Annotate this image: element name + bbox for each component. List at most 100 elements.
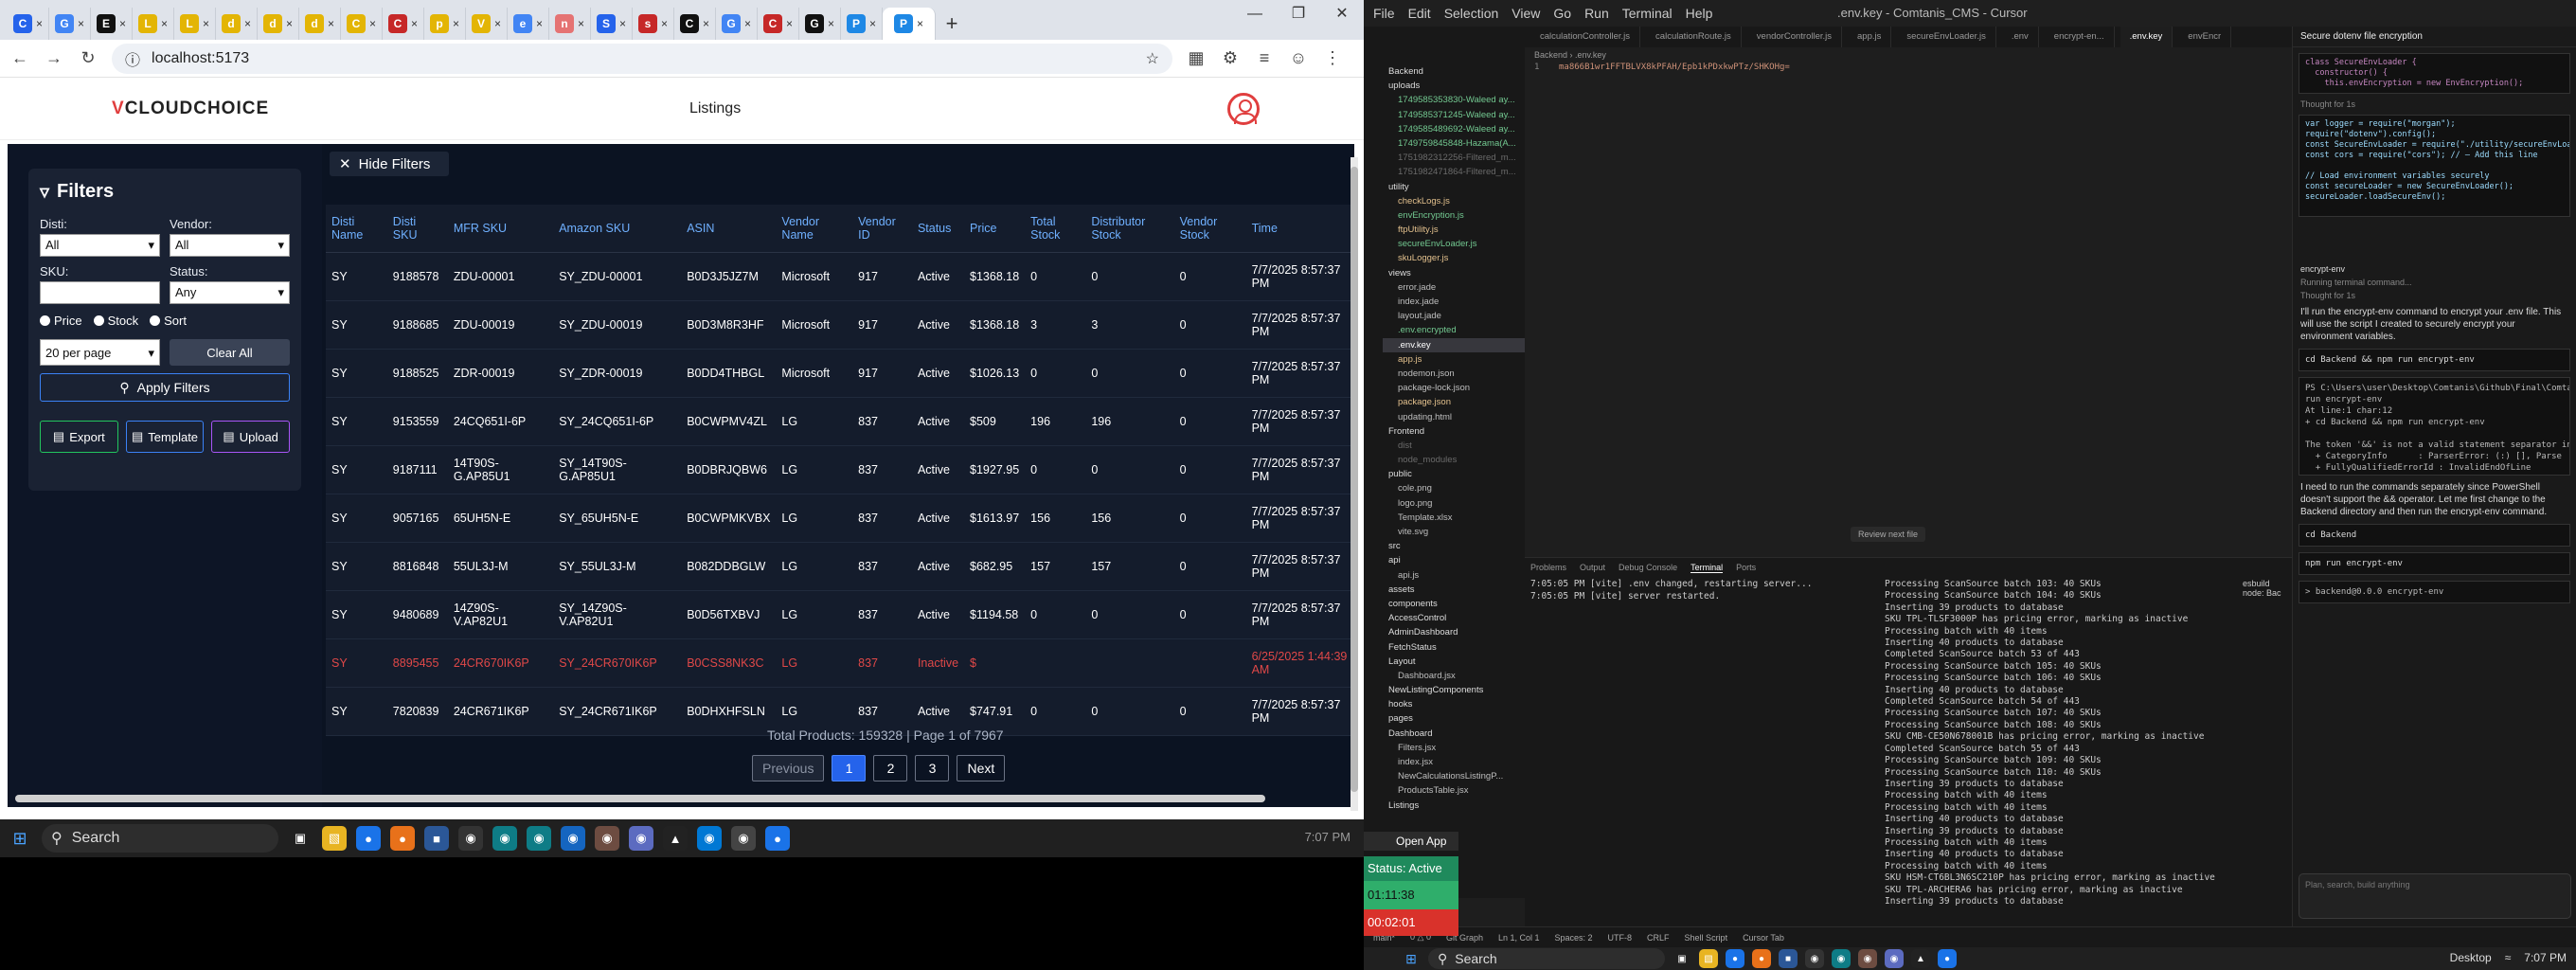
chat-command[interactable]: npm run encrypt-env <box>2299 552 2570 575</box>
menu-item[interactable]: Run <box>1584 6 1609 21</box>
column-header[interactable]: Vendor Stock <box>1173 205 1246 253</box>
explorer-item[interactable]: index.jsx <box>1383 755 1525 769</box>
bookmark-star-icon[interactable]: ☆ <box>1146 49 1159 68</box>
per-page-select[interactable]: 20 per page ▾ <box>40 339 160 366</box>
explorer-item[interactable]: Dashboard <box>1383 727 1525 741</box>
tab-close-icon[interactable]: × <box>661 17 668 30</box>
media-icon[interactable]: ≡ <box>1254 48 1275 68</box>
tab-close-icon[interactable]: × <box>244 17 251 30</box>
tab-close-icon[interactable]: × <box>453 17 459 30</box>
explorer-item[interactable]: AdminDashboard <box>1383 625 1525 639</box>
table-row[interactable]: SY 8816848 55UL3J-M SY_55UL3J-M B082DDBGLW LG… <box>326 542 1354 591</box>
explorer-item[interactable]: Layout <box>1383 655 1525 669</box>
status-item[interactable]: Cursor Tab <box>1743 933 1784 943</box>
close-icon[interactable]: ✕ <box>1320 0 1364 32</box>
tab-close-icon[interactable]: × <box>161 17 168 30</box>
nav-listings[interactable]: Listings <box>689 100 741 117</box>
explorer-item[interactable]: checkLogs.js <box>1383 194 1525 208</box>
explorer-item[interactable]: 1749585489692-Waleed ay... <box>1383 122 1525 136</box>
explorer-item[interactable]: index.jade <box>1383 295 1525 309</box>
clear-all-button[interactable]: Clear All <box>170 339 290 366</box>
browser-tab[interactable]: C × <box>674 8 716 40</box>
wifi-icon[interactable]: ≈ <box>2505 951 2512 964</box>
page-3-button[interactable]: 3 <box>915 755 950 781</box>
app-icon[interactable]: ◉ <box>492 826 517 851</box>
explorer-item[interactable]: 1749585353830-Waleed ay... <box>1383 93 1525 107</box>
explorer-item[interactable]: Filters.jsx <box>1383 741 1525 755</box>
column-header[interactable]: Status <box>911 205 965 253</box>
explorer-item[interactable]: dist <box>1383 439 1525 453</box>
browser-tab[interactable]: s × <box>633 8 674 40</box>
puzzle-icon[interactable]: ⚙ <box>1220 48 1241 68</box>
column-header[interactable]: MFR SKU <box>447 205 554 253</box>
editor-tab[interactable]: .env <box>2002 27 2039 47</box>
explorer-item[interactable]: error.jade <box>1383 280 1525 295</box>
minimize-icon[interactable]: — <box>1233 0 1277 32</box>
desktop-label[interactable]: Desktop <box>2450 951 2492 964</box>
column-header[interactable]: Total Stock <box>1025 205 1086 253</box>
chat-command[interactable]: cd Backend && npm run encrypt-env <box>2299 349 2570 371</box>
explorer-item[interactable]: node_modules <box>1383 453 1525 467</box>
explorer-item[interactable]: uploads <box>1383 79 1525 93</box>
page-1-button[interactable]: 1 <box>832 755 867 781</box>
cursor-icon[interactable]: ▲ <box>1911 949 1930 968</box>
cursor-icon[interactable]: ▲ <box>663 826 688 851</box>
editor-tab[interactable]: calculationRoute.js <box>1646 27 1742 47</box>
column-header[interactable]: Vendor ID <box>852 205 912 253</box>
panel-tab[interactable]: Ports <box>1736 563 1756 573</box>
app-icon[interactable]: ◉ <box>731 826 756 851</box>
menu-item[interactable]: Selection <box>1444 6 1499 21</box>
explorer-item[interactable]: secureEnvLoader.js <box>1383 237 1525 251</box>
chat-input[interactable]: Plan, search, build anything <box>2299 873 2571 919</box>
editor-tab[interactable]: vendorController.js <box>1747 27 1843 47</box>
explorer-item[interactable]: skuLogger.js <box>1383 251 1525 265</box>
task-view-icon[interactable]: ▣ <box>288 826 313 851</box>
editor-tab[interactable]: encrypt-en... <box>2045 27 2115 47</box>
terminal-vite[interactable]: 7:05:05 PM [vite] .env changed, restarti… <box>1530 579 1812 602</box>
explorer-item[interactable]: components <box>1383 597 1525 611</box>
app-icon[interactable]: ◉ <box>527 826 551 851</box>
status-item[interactable]: CRLF <box>1647 933 1670 943</box>
browser-tab[interactable]: G × <box>799 8 841 40</box>
table-row[interactable]: SY 9153559 24CQ651I-6P SY_24CQ651I-6P B0CWPM… <box>326 397 1354 446</box>
explorer-item[interactable]: Listings <box>1383 799 1525 813</box>
sku-input[interactable] <box>40 281 160 304</box>
profile-icon[interactable]: ☺ <box>1288 48 1309 68</box>
browser-tab[interactable]: L × <box>174 8 216 40</box>
tab-close-icon[interactable]: × <box>536 17 543 30</box>
vertical-scrollbar[interactable] <box>1351 157 1358 811</box>
browser-tab[interactable]: V × <box>466 8 508 40</box>
back-icon[interactable]: ← <box>9 48 30 68</box>
editor-tab[interactable]: .env.key <box>2120 27 2174 47</box>
explorer-item[interactable]: assets <box>1383 583 1525 597</box>
radio-stock[interactable]: Stock <box>93 314 138 328</box>
explorer-item[interactable]: NewListingComponents <box>1383 683 1525 697</box>
editor-tab[interactable]: envEncr <box>2178 27 2232 47</box>
explorer-item[interactable]: AccessControl <box>1383 611 1525 625</box>
tab-close-icon[interactable]: × <box>703 17 709 30</box>
app-icon[interactable]: ◉ <box>458 826 483 851</box>
address-bar[interactable]: ⓘ localhost:5173 ☆ <box>112 43 1172 74</box>
explorer-item[interactable]: ftpUtility.js <box>1383 223 1525 237</box>
terminal-backend[interactable]: Processing ScanSource batch 103: 40 SKUs… <box>1885 579 2245 907</box>
radio-price[interactable]: Price <box>40 314 82 328</box>
status-select[interactable]: Any ▾ <box>170 281 290 304</box>
app-icon[interactable]: ◉ <box>629 826 653 851</box>
browser-tab[interactable]: G × <box>49 8 91 40</box>
chrome-icon[interactable]: ● <box>356 826 381 851</box>
explorer-item[interactable]: Template.xlsx <box>1383 511 1525 525</box>
chat-command[interactable]: cd Backend <box>2299 524 2570 547</box>
tab-close-icon[interactable]: × <box>494 17 501 30</box>
explorer-item[interactable]: Frontend <box>1383 424 1525 439</box>
column-header[interactable]: Price <box>964 205 1026 253</box>
column-header[interactable]: Amazon SKU <box>553 205 682 253</box>
app-icon[interactable]: ◉ <box>1858 949 1877 968</box>
explorer-item[interactable]: layout.jade <box>1383 309 1525 323</box>
code-line[interactable]: 1 ma866B1wr1FFTBLVX8kPFAH/Epb1kPDxkwPTz/S… <box>1525 63 2292 72</box>
windows-start-icon[interactable]: ⊞ <box>1402 949 1421 968</box>
explorer-item[interactable]: Backend <box>1383 64 1525 79</box>
explorer-item[interactable]: app.js <box>1383 352 1525 367</box>
browser-tab[interactable]: d × <box>258 8 299 40</box>
explorer-item[interactable]: .env.key <box>1383 337 1525 352</box>
tab-close-icon[interactable]: × <box>786 17 793 30</box>
